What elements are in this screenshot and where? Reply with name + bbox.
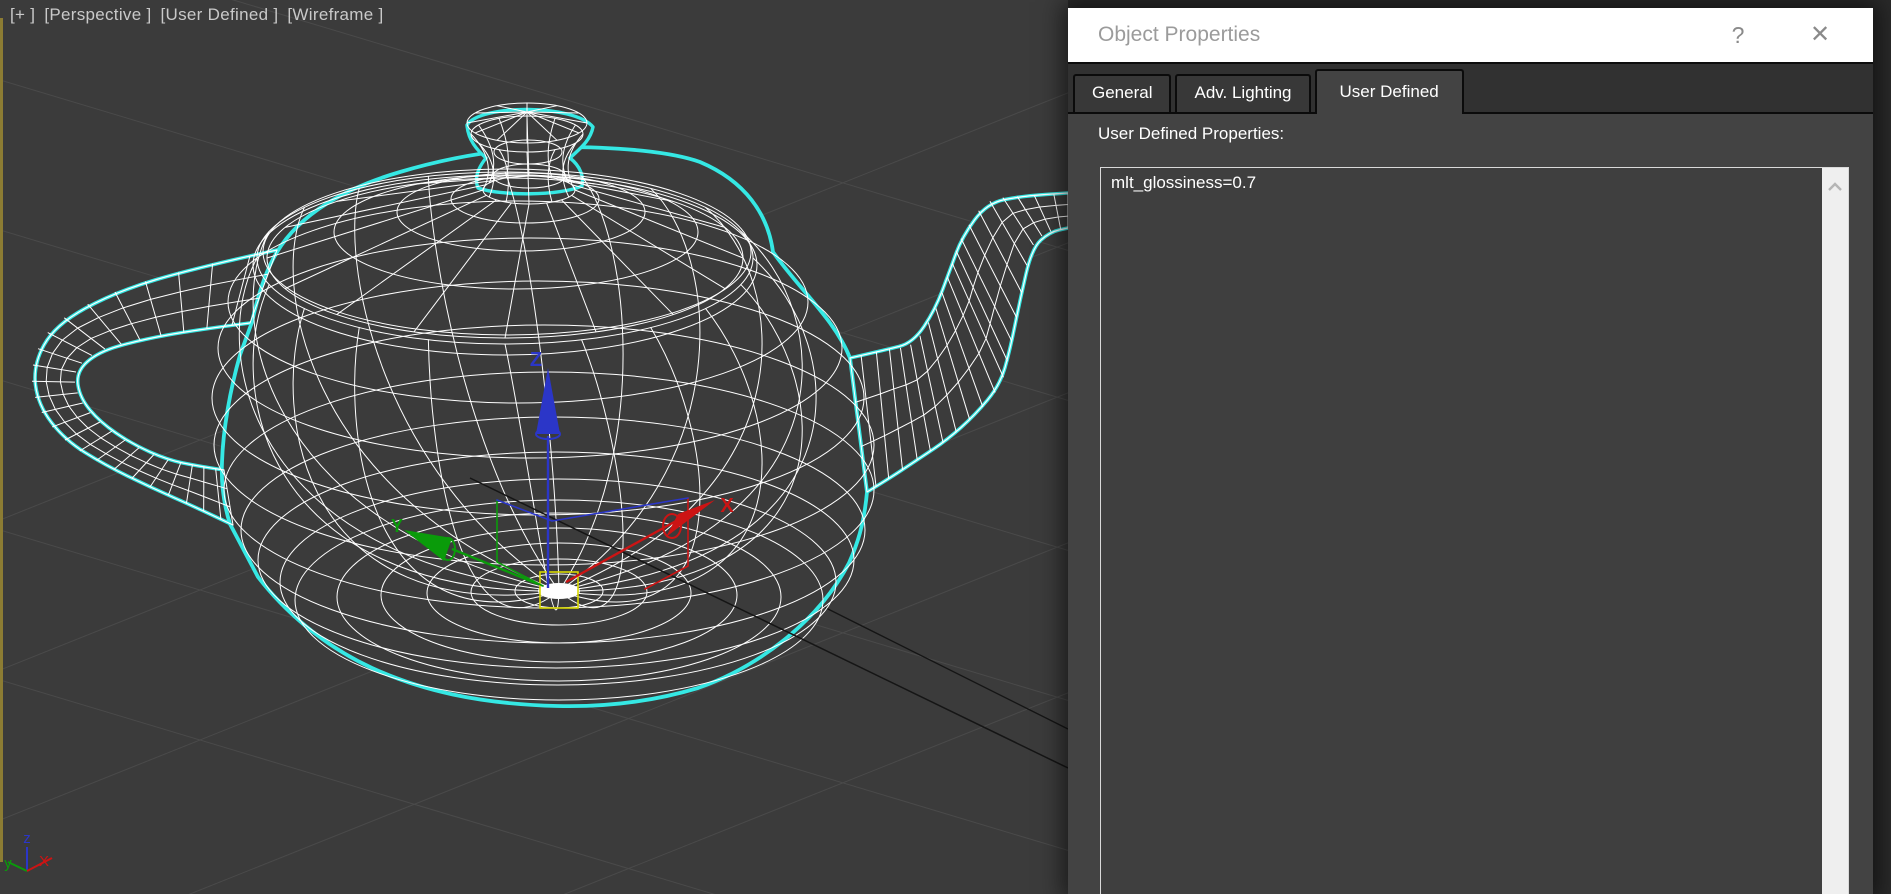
dialog-titlebar[interactable]: Object Properties ? ✕ xyxy=(1068,8,1873,62)
gizmo-y-label[interactable]: Y xyxy=(391,516,403,536)
active-viewport-border xyxy=(0,18,3,862)
close-button[interactable]: ✕ xyxy=(1798,8,1842,62)
viewport-canvas[interactable]: Z X Y z y X xyxy=(0,0,1068,894)
user-defined-properties-text[interactable]: mlt_glossiness=0.7 xyxy=(1101,168,1848,198)
tripod-x-label: X xyxy=(39,853,49,870)
viewport-label: [+ ] [Perspective ] [User Defined ] [Wirefr… xyxy=(10,5,393,25)
user-defined-tab-page: User Defined Properties: mlt_glossiness=… xyxy=(1068,112,1873,894)
tab-adv-lighting[interactable]: Adv. Lighting xyxy=(1175,74,1311,112)
help-button[interactable]: ? xyxy=(1720,8,1756,62)
tripod-z-label: z xyxy=(23,830,31,847)
user-defined-properties-label: User Defined Properties: xyxy=(1098,124,1285,143)
tab-user-defined[interactable]: User Defined xyxy=(1314,69,1464,114)
tab-general[interactable]: General xyxy=(1073,74,1172,112)
gizmo-x-label[interactable]: X xyxy=(720,495,734,517)
screenshot-root: Z X Y z y X [+ ] [Perspective ] [User Defi… xyxy=(0,0,1891,894)
object-properties-dialog: Object Properties ? ✕ General Adv. Light… xyxy=(1068,8,1873,894)
scroll-up-icon[interactable] xyxy=(1827,182,1843,192)
dialog-title: Object Properties xyxy=(1098,23,1261,46)
viewport-menu-pov[interactable]: [Perspective ] xyxy=(44,5,151,24)
viewport-menu-user-defined[interactable]: [User Defined ] xyxy=(161,5,279,24)
tripod-y-label: y xyxy=(4,855,12,872)
dialog-tabstrip: General Adv. Lighting User Defined xyxy=(1068,64,1873,114)
viewport-menu-shading[interactable]: [Wireframe ] xyxy=(287,5,383,24)
gizmo-z-label[interactable]: Z xyxy=(530,349,542,371)
textarea-scrollbar[interactable] xyxy=(1822,168,1848,894)
user-defined-properties-textarea[interactable]: mlt_glossiness=0.7 xyxy=(1100,167,1849,894)
viewport-menu-general[interactable]: [+ ] xyxy=(10,5,35,24)
viewport-3d[interactable]: Z X Y z y X [+ ] [Perspective ] [User Defi… xyxy=(0,0,1068,894)
